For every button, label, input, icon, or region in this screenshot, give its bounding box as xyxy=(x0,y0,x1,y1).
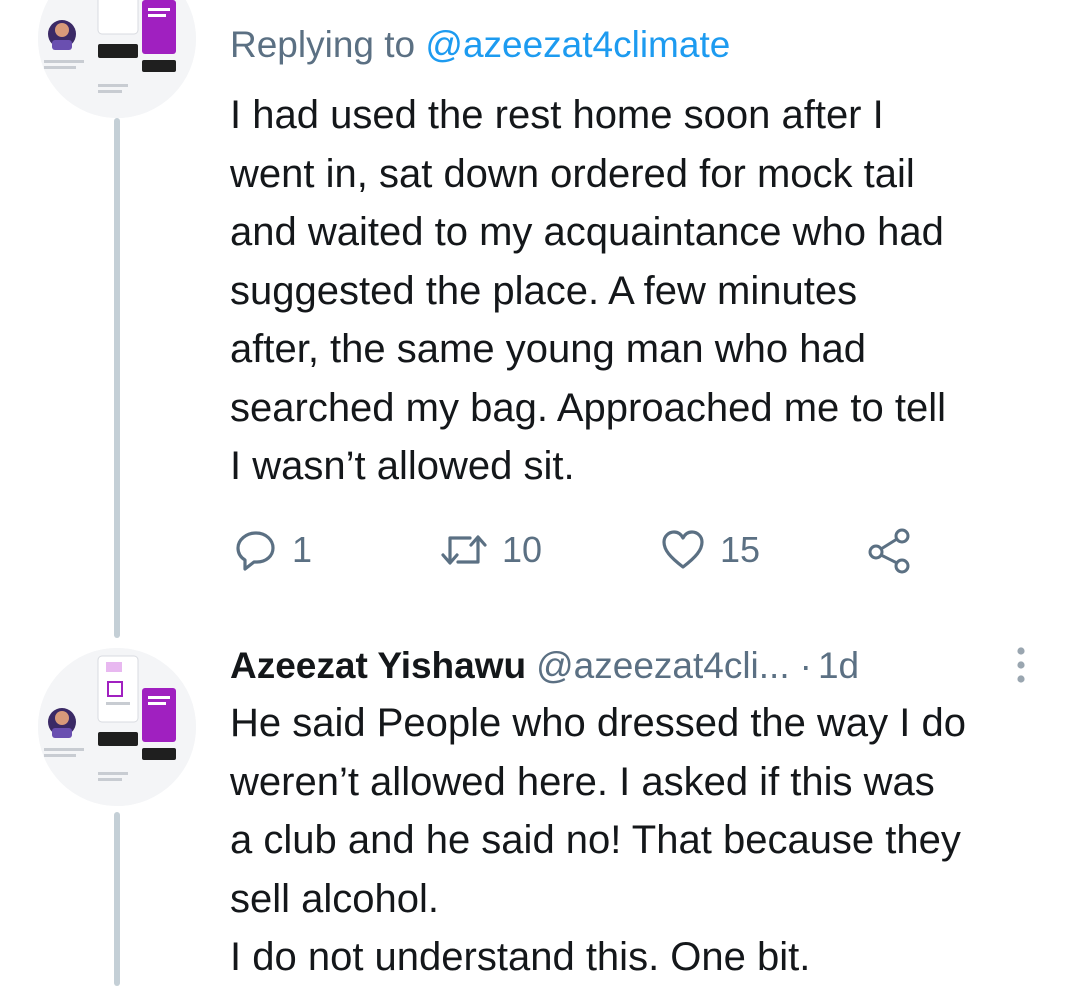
avatar[interactable] xyxy=(38,648,196,806)
tweet-timestamp[interactable]: 1d xyxy=(818,645,859,687)
reply-button[interactable]: 1 xyxy=(234,522,312,578)
tweet-header: Azeezat Yishawu @azeezat4cli... · 1d xyxy=(230,640,859,692)
reply-count: 1 xyxy=(292,529,313,570)
header-separator: · xyxy=(799,645,812,686)
tweet-actions: 1 10 15 xyxy=(230,522,930,578)
replying-to-handle-link[interactable]: @azeezat4climate xyxy=(425,24,730,65)
retweet-button[interactable]: 10 xyxy=(440,522,542,578)
like-count: 15 xyxy=(720,529,761,570)
share-nodes-icon xyxy=(866,526,914,574)
thread-line-bottom xyxy=(114,812,120,986)
speech-bubble-icon xyxy=(234,528,278,572)
like-button[interactable]: 15 xyxy=(660,522,760,578)
thread-line-top xyxy=(114,118,120,638)
tweet-text: I had used the rest home soon after I we… xyxy=(230,93,946,488)
heart-icon xyxy=(660,528,706,572)
share-button[interactable] xyxy=(866,522,914,578)
author-handle[interactable]: @azeezat4cli... xyxy=(536,645,790,687)
replying-to-label: Replying to xyxy=(230,24,416,65)
avatar[interactable] xyxy=(38,0,196,118)
replying-to-line: Replying to @azeezat4climate xyxy=(230,24,730,66)
retweet-icon xyxy=(440,528,488,572)
tweet-text: He said People who dressed the way I do … xyxy=(230,701,966,979)
vertical-ellipsis-icon[interactable] xyxy=(1012,645,1030,685)
author-name[interactable]: Azeezat Yishawu xyxy=(230,645,526,687)
retweet-count: 10 xyxy=(502,529,543,570)
